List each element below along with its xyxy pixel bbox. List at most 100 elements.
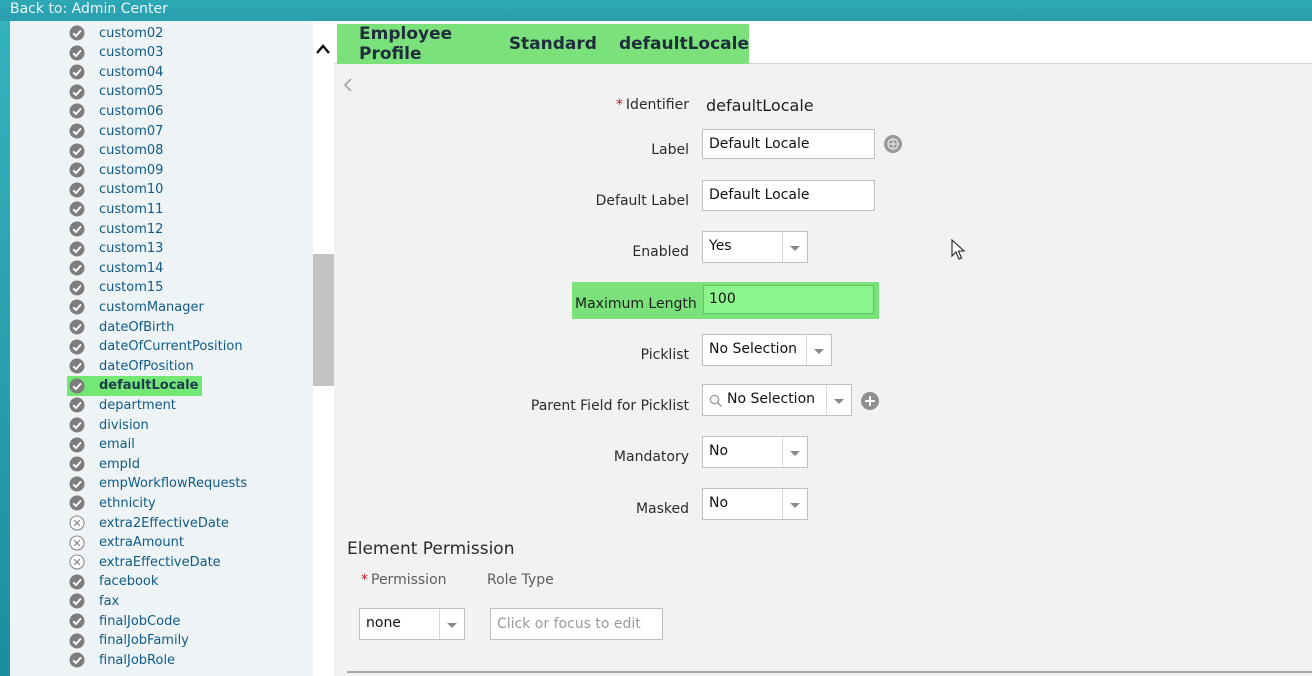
picklist-select[interactable]: No Selection [702, 334, 832, 366]
enabled-select-value: Yes [709, 238, 732, 254]
enabled-select[interactable]: Yes [702, 231, 808, 263]
add-circle-icon[interactable] [860, 391, 880, 411]
sidebar-item-custom02[interactable]: custom02 [67, 23, 163, 43]
check-circle-icon [69, 613, 85, 629]
sidebar-item-label: fax [99, 593, 120, 609]
sidebar-item-custom07[interactable]: custom07 [67, 121, 163, 141]
back-to-admin-center-link[interactable]: Back to: Admin Center [10, 1, 168, 17]
masked-select-value: No [709, 495, 729, 511]
sidebar-item-division[interactable]: division [67, 415, 149, 435]
label-label: Label [651, 142, 689, 158]
sidebar-item-custom08[interactable]: custom08 [67, 141, 163, 161]
sidebar-item-label: extraAmount [99, 535, 184, 551]
sidebar-item-custom15[interactable]: custom15 [67, 278, 163, 298]
sidebar-item-dateofcurrentposition[interactable]: dateOfCurrentPosition [67, 337, 243, 357]
check-circle-icon [69, 319, 85, 335]
sidebar-item-custom13[interactable]: custom13 [67, 239, 163, 259]
sidebar-item-department[interactable]: department [67, 395, 176, 415]
chevron-down-icon[interactable] [782, 232, 807, 262]
parent-field-select-value: No Selection [727, 391, 816, 407]
check-circle-icon [69, 103, 85, 119]
chevron-down-icon[interactable] [826, 385, 851, 415]
breadcrumb-item-standard[interactable]: Standard [509, 34, 597, 54]
sidebar-item-fax[interactable]: fax [67, 591, 119, 611]
breadcrumb-item-employee-profile[interactable]: Employee Profile [359, 24, 487, 64]
mandatory-select-value: No [709, 443, 729, 459]
chevron-down-icon[interactable] [782, 437, 807, 467]
sidebar-item-label: email [99, 437, 135, 453]
sidebar-item-custom03[interactable]: custom03 [67, 43, 163, 63]
check-circle-icon [69, 378, 85, 394]
permission-select[interactable]: none [359, 608, 465, 640]
sidebar-item-custom11[interactable]: custom11 [67, 199, 163, 219]
check-circle-icon [69, 397, 85, 413]
check-circle-icon [69, 652, 85, 668]
sidebar-item-custom04[interactable]: custom04 [67, 62, 163, 82]
role-type-input[interactable]: Click or focus to edit [490, 608, 663, 640]
scrollbar-thumb[interactable] [313, 254, 334, 386]
chevron-left-icon[interactable] [342, 77, 354, 93]
sidebar-item-custom10[interactable]: custom10 [67, 180, 163, 200]
sidebar-item-label: empId [99, 456, 140, 472]
check-circle-icon [69, 162, 85, 178]
picklist-select-value: No Selection [709, 341, 798, 357]
sidebar-item-email[interactable]: email [67, 435, 135, 455]
sidebar-item-custommanager[interactable]: customManager [67, 297, 204, 317]
sidebar-item-label: custom04 [99, 64, 164, 80]
sidebar-item-dateofposition[interactable]: dateOfPosition [67, 356, 194, 376]
sidebar-item-custom12[interactable]: custom12 [67, 219, 163, 239]
sidebar-item-custom14[interactable]: custom14 [67, 258, 163, 278]
sidebar-item-extra2effectivedate[interactable]: extra2EffectiveDate [67, 513, 229, 533]
top-bar: Back to: Admin Center [0, 0, 1312, 21]
check-circle-icon [69, 280, 85, 296]
sidebar-item-finaljobrole[interactable]: finalJobRole [67, 650, 175, 670]
translation-globe-icon[interactable] [883, 134, 903, 154]
sidebar-item-extraeffectivedate[interactable]: extraEffectiveDate [67, 552, 221, 572]
default-label-input[interactable]: Default Locale [702, 180, 875, 211]
sidebar-item-custom05[interactable]: custom05 [67, 82, 163, 102]
sidebar-item-facebook[interactable]: facebook [67, 572, 158, 592]
sidebar-item-label: finalJobRole [99, 652, 176, 668]
maximum-length-label: Maximum Length [575, 296, 697, 312]
sidebar-scrollbar[interactable] [313, 21, 334, 676]
sidebar-item-finaljobfamily[interactable]: finalJobFamily [67, 631, 189, 651]
sidebar-item-label: custom15 [99, 280, 164, 296]
check-circle-icon [69, 437, 85, 453]
sidebar-item-label: custom03 [99, 45, 164, 61]
mandatory-select[interactable]: No [702, 436, 808, 468]
header-strip: Employee Profile Standard defaultLocale [334, 21, 1312, 64]
sidebar-item-label: custom12 [99, 221, 164, 237]
sidebar-item-label: customManager [99, 299, 204, 315]
maximum-length-input[interactable]: 100 [703, 285, 874, 314]
check-circle-icon [69, 25, 85, 41]
breadcrumb-item-default-locale: defaultLocale [618, 34, 749, 54]
sidebar-item-empid[interactable]: empId [67, 454, 140, 474]
permission-column-label: * Permission [361, 572, 447, 588]
field-list-sidebar: custom02 custom03 custom04 custom05 custom06… [10, 21, 313, 676]
sidebar-item-ethnicity[interactable]: ethnicity [67, 493, 156, 513]
chevron-down-icon[interactable] [782, 489, 807, 519]
parent-field-label: Parent Field for Picklist [530, 398, 689, 414]
check-circle-icon [69, 456, 85, 472]
sidebar-item-empworkflowrequests[interactable]: empWorkflowRequests [67, 474, 247, 494]
sidebar-item-label: custom08 [99, 143, 164, 159]
parent-field-select[interactable]: No Selection [702, 384, 852, 416]
check-circle-icon [69, 299, 85, 315]
mandatory-label: Mandatory [613, 449, 689, 465]
sidebar-item-finaljobcode[interactable]: finalJobCode [67, 611, 180, 631]
chevron-down-icon[interactable] [439, 609, 464, 639]
sidebar-item-custom06[interactable]: custom06 [67, 101, 163, 121]
sidebar-item-extraamount[interactable]: extraAmount [67, 533, 184, 553]
sidebar-item-label: custom07 [99, 123, 164, 139]
sidebar-item-custom09[interactable]: custom09 [67, 160, 163, 180]
sidebar-item-label: dateOfCurrentPosition [99, 339, 243, 355]
label-input[interactable]: Default Locale [702, 129, 875, 159]
check-circle-icon [69, 221, 85, 237]
chevron-down-icon[interactable] [806, 335, 831, 365]
sidebar-item-defaultlocale[interactable]: defaultLocale [67, 375, 203, 396]
scroll-up-icon[interactable] [314, 41, 332, 57]
masked-select[interactable]: No [702, 488, 808, 520]
sidebar-item-dateofbirth[interactable]: dateOfBirth [67, 317, 174, 337]
check-circle-icon [69, 339, 85, 355]
sidebar-item-label: custom09 [99, 162, 164, 178]
